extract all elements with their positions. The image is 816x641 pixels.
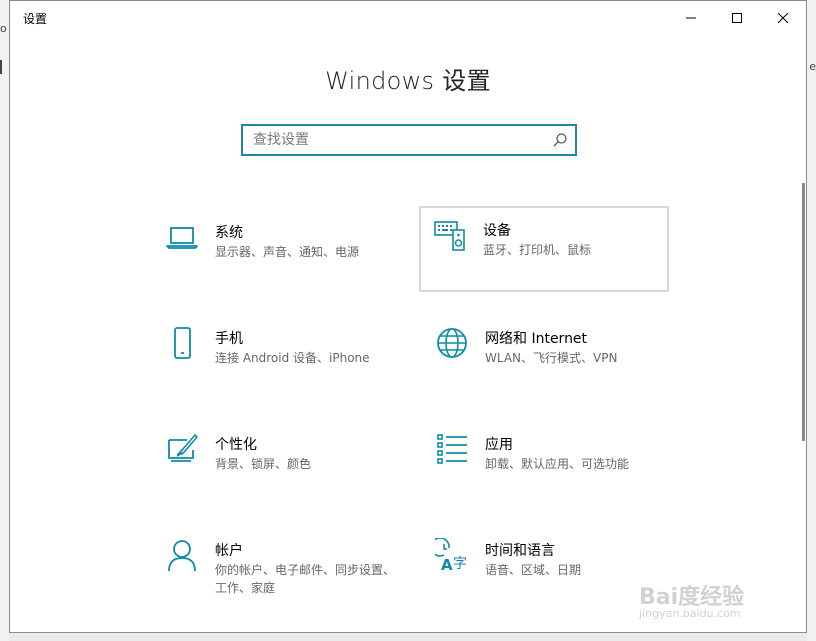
tile-title: 帐户 [215, 543, 243, 559]
maximize-icon [732, 13, 742, 23]
tile-description: WLAN、飞行模式、VPN [485, 351, 618, 365]
background-window-bottom [9, 633, 807, 641]
background-fragment-bar [0, 60, 2, 74]
tile-devices[interactable]: 设备 蓝牙、打印机、鼠标 [419, 206, 669, 292]
minimize-icon [686, 17, 696, 19]
background-window-right: e [807, 0, 816, 641]
person-icon [165, 538, 199, 572]
background-window-left: o [0, 0, 9, 641]
search-input[interactable] [253, 131, 543, 149]
scrollbar[interactable] [802, 183, 805, 441]
tile-description: 卸载、默认应用、可选功能 [485, 457, 630, 471]
svg-text:A: A [441, 556, 453, 572]
search-box[interactable] [241, 124, 577, 156]
tile-system[interactable]: 系统 显示器、声音、通知、电源 [151, 208, 399, 292]
minimize-button[interactable] [668, 1, 714, 35]
phone-icon [165, 326, 199, 360]
close-button[interactable] [760, 1, 806, 35]
tile-personalization[interactable]: 个性化 背景、锁屏、颜色 [151, 420, 399, 504]
title-bar[interactable]: 设置 [10, 1, 806, 35]
tile-apps[interactable]: 应用 卸载、默认应用、可选功能 [421, 420, 669, 504]
maximize-button[interactable] [714, 1, 760, 35]
tile-title: 系统 [215, 225, 243, 241]
window-title: 设置 [23, 12, 48, 26]
tile-description: 连接 Android 设备、iPhone [215, 351, 370, 365]
watermark-url: jingyan.baidu.com [639, 607, 741, 620]
tile-title: 网络和 Internet [485, 331, 588, 347]
apps-list-icon [435, 432, 469, 466]
tile-time-language[interactable]: A字 时间和语言 语音、区域、日期 [421, 526, 669, 610]
tile-title: 手机 [215, 331, 243, 347]
svg-text:字: 字 [453, 556, 467, 572]
globe-icon [435, 326, 469, 360]
background-fragment: e [809, 60, 816, 73]
close-icon [778, 13, 788, 23]
paintbrush-icon [165, 432, 199, 466]
tile-description: 背景、锁屏、颜色 [215, 457, 312, 471]
laptop-icon [165, 220, 199, 254]
keyboard-speaker-icon [433, 218, 467, 252]
tile-title: 个性化 [215, 437, 257, 453]
page-title: Windows 设置 [325, 67, 491, 95]
tile-title: 应用 [485, 437, 513, 453]
search-icon[interactable] [552, 132, 568, 152]
watermark: Bai度经验 jingyan.baidu.com [635, 569, 785, 625]
tile-description: 显示器、声音、通知、电源 [215, 245, 360, 259]
tile-description: 蓝牙、打印机、鼠标 [483, 243, 592, 257]
background-fragment: o [0, 22, 7, 35]
time-language-icon: A字 [430, 537, 469, 574]
tile-description: 你的帐户、电子邮件、同步设置、工作、家庭 [215, 563, 396, 595]
tile-title: 设备 [483, 223, 511, 239]
settings-window: 设置 Windows 设置 系统 显示器、声音、通知、电源 [9, 0, 807, 633]
tile-title: 时间和语言 [485, 543, 555, 559]
tile-network[interactable]: 网络和 Internet WLAN、飞行模式、VPN [421, 314, 669, 398]
tile-phone[interactable]: 手机 连接 Android 设备、iPhone [151, 314, 399, 398]
tile-accounts[interactable]: 帐户 你的帐户、电子邮件、同步设置、工作、家庭 [151, 526, 399, 610]
